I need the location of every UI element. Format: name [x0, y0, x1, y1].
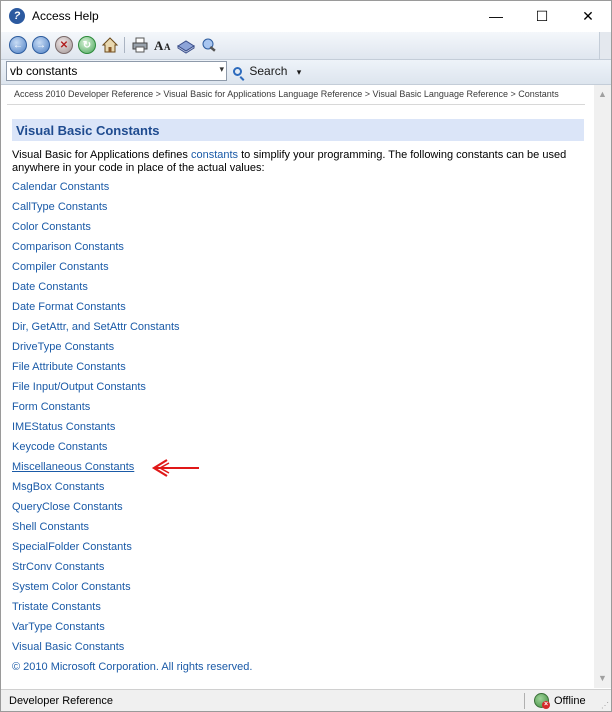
link-vartype-constants[interactable]: VarType Constants: [12, 621, 180, 641]
link-date-format-constants[interactable]: Date Format Constants: [12, 301, 180, 321]
constants-link-list: Calendar Constants CallType Constants Co…: [12, 181, 180, 661]
link-file-io-constants[interactable]: File Input/Output Constants: [12, 381, 180, 401]
help-window: ? Access Help — ☐ ✕ ← → ✕ ↻ AA ▾: [0, 0, 612, 712]
minimize-button[interactable]: —: [473, 1, 519, 31]
link-compiler-constants[interactable]: Compiler Constants: [12, 261, 180, 281]
back-icon[interactable]: ←: [9, 36, 27, 54]
link-file-attribute-constants[interactable]: File Attribute Constants: [12, 361, 180, 381]
window-title: Access Help: [32, 9, 99, 23]
search-button[interactable]: Search ▾: [233, 64, 301, 80]
intro-paragraph: Visual Basic for Applications defines co…: [12, 149, 572, 175]
link-comparison-constants[interactable]: Comparison Constants: [12, 241, 180, 261]
link-specialfolder-constants[interactable]: SpecialFolder Constants: [12, 541, 180, 561]
svg-text:A: A: [154, 38, 164, 53]
stop-icon[interactable]: ✕: [55, 36, 73, 54]
link-drivetype-constants[interactable]: DriveType Constants: [12, 341, 180, 361]
link-tristate-constants[interactable]: Tristate Constants: [12, 601, 180, 621]
home-icon[interactable]: [101, 36, 119, 54]
link-dir-getattr-setattr-constants[interactable]: Dir, GetAttr, and SetAttr Constants: [12, 321, 180, 341]
toolbar-separator: [124, 37, 125, 53]
page-title: Visual Basic Constants: [16, 123, 160, 138]
forward-icon[interactable]: →: [32, 36, 50, 54]
refresh-icon[interactable]: ↻: [78, 36, 96, 54]
link-visual-basic-constants[interactable]: Visual Basic Constants: [12, 641, 180, 661]
title-band: Visual Basic Constants: [12, 119, 584, 141]
breadcrumb[interactable]: Access 2010 Developer Reference > Visual…: [14, 89, 559, 99]
link-form-constants[interactable]: Form Constants: [12, 401, 180, 421]
search-bar: ▾ Search ▾: [1, 60, 611, 85]
intro-text-start: Visual Basic for Applications defines: [12, 149, 191, 161]
link-color-constants[interactable]: Color Constants: [12, 221, 180, 241]
link-calltype-constants[interactable]: CallType Constants: [12, 201, 180, 221]
connection-status-label[interactable]: Offline: [554, 695, 586, 707]
scroll-down-arrow-icon[interactable]: ▼: [598, 673, 607, 683]
maximize-button[interactable]: ☐: [519, 1, 565, 31]
vertical-scrollbar[interactable]: ▲ ▼: [594, 85, 611, 688]
keep-on-top-icon[interactable]: [200, 36, 218, 54]
scroll-up-arrow-icon[interactable]: ▲: [598, 89, 607, 99]
link-date-constants[interactable]: Date Constants: [12, 281, 180, 301]
link-shell-constants[interactable]: Shell Constants: [12, 521, 180, 541]
link-strconv-constants[interactable]: StrConv Constants: [12, 561, 180, 581]
search-input[interactable]: [10, 63, 205, 79]
search-dropdown-arrow-icon[interactable]: ▾: [219, 64, 224, 75]
status-bar: Developer Reference × Offline ⋰: [1, 689, 611, 711]
resize-grip-icon[interactable]: ⋰: [601, 701, 609, 710]
close-button[interactable]: ✕: [565, 1, 611, 31]
font-size-icon[interactable]: AA: [154, 36, 172, 54]
status-divider: [524, 693, 525, 709]
toolbar: ← → ✕ ↻ AA: [1, 32, 611, 60]
search-icon: [233, 67, 242, 76]
search-button-label: Search: [249, 64, 288, 78]
link-queryclose-constants[interactable]: QueryClose Constants: [12, 501, 180, 521]
help-icon: ?: [9, 8, 25, 24]
toolbar-overflow-chevron[interactable]: [599, 32, 611, 59]
help-content: Access 2010 Developer Reference > Visual…: [1, 85, 594, 688]
copyright-link[interactable]: © 2010 Microsoft Corporation. All rights…: [12, 661, 252, 673]
breadcrumb-divider: [7, 104, 585, 105]
search-combobox[interactable]: ▾: [6, 61, 227, 81]
scope-label[interactable]: Developer Reference: [9, 695, 113, 707]
link-calendar-constants[interactable]: Calendar Constants: [12, 181, 180, 201]
link-msgbox-constants[interactable]: MsgBox Constants: [12, 481, 180, 501]
annotation-arrow-icon: [151, 459, 199, 477]
search-options-arrow-icon[interactable]: ▾: [297, 67, 302, 77]
constants-link[interactable]: constants: [191, 149, 238, 161]
link-system-color-constants[interactable]: System Color Constants: [12, 581, 180, 601]
toc-book-icon[interactable]: [177, 36, 195, 54]
print-icon[interactable]: [131, 36, 149, 54]
offline-badge-icon: ×: [542, 701, 550, 709]
title-bar: ? Access Help — ☐ ✕: [1, 1, 611, 32]
link-imestatus-constants[interactable]: IMEStatus Constants: [12, 421, 180, 441]
svg-text:A: A: [164, 42, 171, 52]
